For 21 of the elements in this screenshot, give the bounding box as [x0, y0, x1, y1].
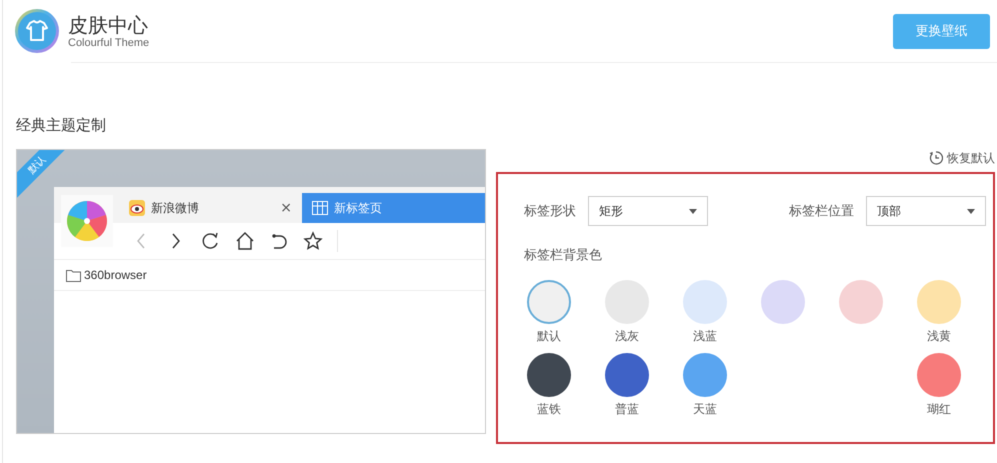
swatch-label: 默认	[537, 328, 561, 345]
dropdown[interactable]: 顶部	[866, 196, 986, 226]
section-title: 经典主题定制	[16, 115, 107, 135]
dropdown[interactable]: 矩形	[588, 196, 708, 226]
browser-tab[interactable]: 新浪微博 ×	[119, 193, 302, 223]
swatch-label: 天蓝	[693, 401, 717, 418]
page-title: 皮肤中心	[68, 13, 149, 37]
swatch-label: 瑚红	[927, 401, 951, 418]
swatch-label: 普蓝	[615, 401, 639, 418]
restore-default-link[interactable]: 恢复默认	[929, 149, 995, 167]
field-label: 标签栏背景色	[524, 247, 603, 264]
ribbon-label: 默认	[25, 153, 50, 178]
swatch-label: 浅蓝	[693, 328, 717, 345]
page-subtitle: Colourful Theme	[68, 37, 150, 49]
swatch-label: 浅黄	[927, 328, 951, 345]
swatch-label: 蓝铁	[537, 401, 561, 418]
field-label: 标签栏位置	[789, 203, 854, 220]
swatch-label: 浅灰	[615, 328, 639, 345]
bookmark-item[interactable]: 360browser	[66, 268, 147, 282]
tab-close-button[interactable]: ×	[280, 200, 292, 216]
field-label: 标签形状	[524, 203, 576, 220]
